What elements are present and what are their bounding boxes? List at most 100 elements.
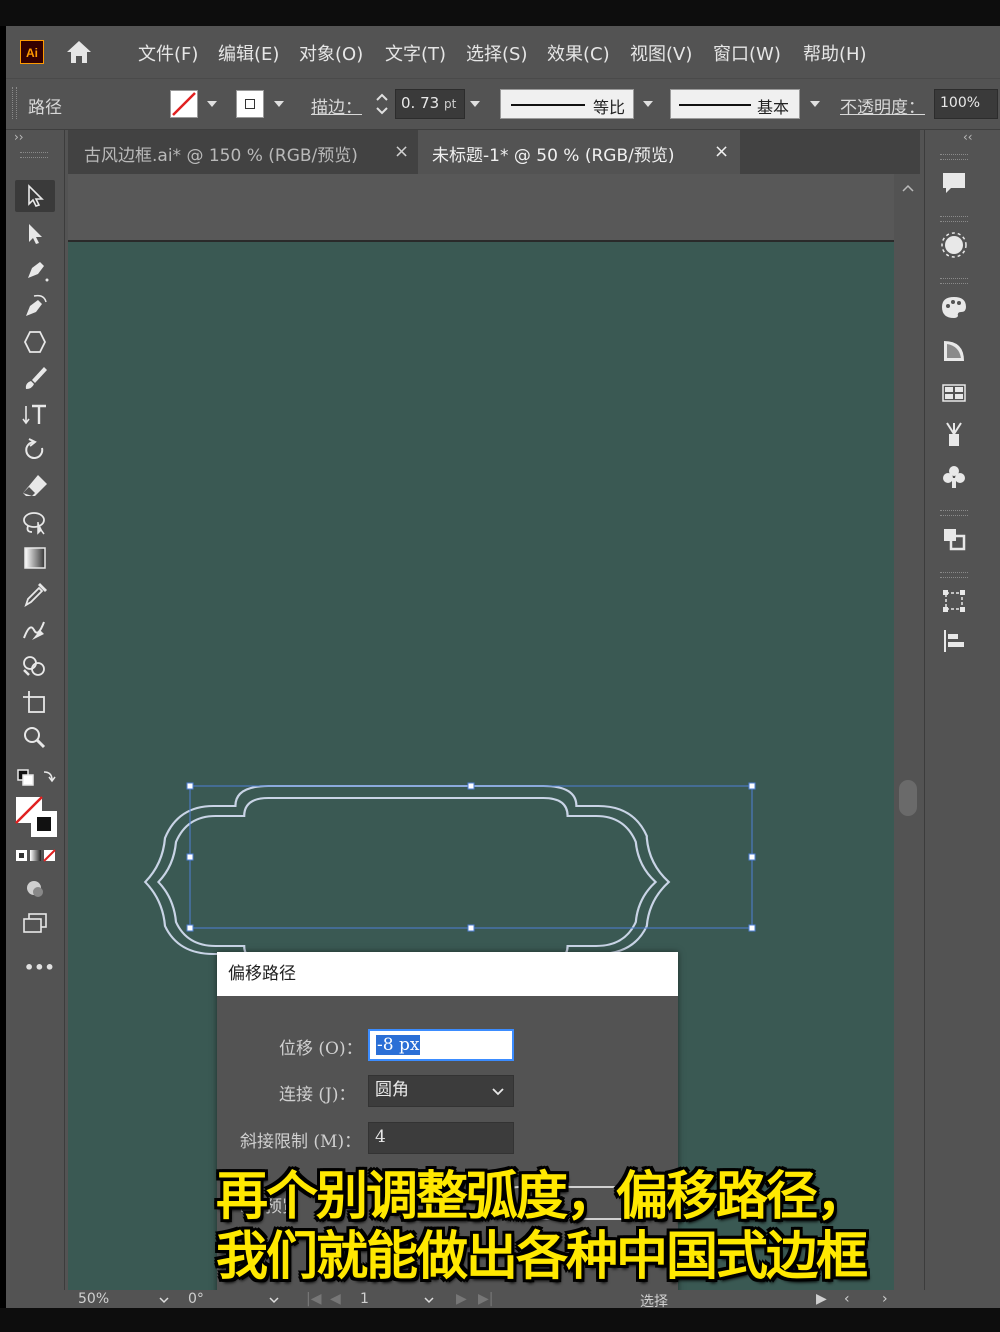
outer-frame-path[interactable]: [143, 785, 671, 973]
fill-swatch[interactable]: [170, 90, 198, 118]
opacity-input[interactable]: 100%: [934, 89, 998, 119]
swap-fill-stroke-icon[interactable]: [16, 766, 56, 788]
comments-icon[interactable]: [939, 168, 969, 198]
menu-help[interactable]: 帮助(H): [803, 40, 867, 66]
scroll-up-icon[interactable]: [896, 178, 920, 198]
variable-width-profile[interactable]: 等比: [500, 89, 634, 119]
tab-label: 未标题-1* @ 50 % (RGB/预览): [432, 146, 675, 166]
menu-file[interactable]: 文件(F): [138, 40, 198, 66]
next-artboard-icon[interactable]: ▶: [456, 1291, 467, 1307]
rotation-value[interactable]: 0°: [188, 1291, 204, 1307]
eyedropper-tool-icon[interactable]: [20, 580, 50, 608]
current-tool-label: 选择: [640, 1294, 668, 1308]
stroke-weight-input[interactable]: 0. 73 pt: [395, 89, 465, 119]
chevron-down-icon[interactable]: [268, 1296, 280, 1304]
panel-grip: [940, 154, 968, 160]
pen-tool-icon[interactable]: [20, 256, 50, 284]
menu-object[interactable]: 对象(O): [299, 40, 363, 66]
inner-frame-path[interactable]: [156, 797, 658, 963]
tab-document-2[interactable]: 未标题-1* @ 50 % (RGB/预览) ×: [418, 130, 740, 174]
draw-mode-icon[interactable]: [20, 874, 50, 902]
toolbar-grip: [20, 152, 48, 158]
artboard-tool-icon[interactable]: [20, 688, 50, 716]
tab-document-1[interactable]: 古风边框.ai* @ 150 % (RGB/预览) ×: [68, 130, 418, 174]
panel-grip: [940, 510, 968, 516]
lasso-tool-icon[interactable]: [20, 508, 50, 536]
zoom-level[interactable]: 50%: [78, 1291, 109, 1307]
color-wheel-icon[interactable]: [939, 230, 969, 260]
pasteboard: [68, 174, 894, 240]
shape-builder-tool-icon[interactable]: [20, 652, 50, 680]
offset-label: 位移 (O)：: [279, 1039, 363, 1059]
menu-select[interactable]: 选择(S): [466, 40, 527, 66]
join-select[interactable]: 圆角: [368, 1075, 514, 1107]
selection-type-label: 路径: [28, 98, 62, 118]
chevron-down-icon[interactable]: [423, 1296, 435, 1304]
tab-label: 古风边框.ai* @ 150 % (RGB/预览): [84, 146, 358, 166]
stroke-weight-dropdown-icon[interactable]: [470, 101, 480, 107]
layers-icon[interactable]: [939, 524, 969, 554]
paintbrush-tool-icon[interactable]: [20, 364, 50, 392]
prev-artboard-icon[interactable]: ◀: [330, 1291, 341, 1307]
rotate-tool-icon[interactable]: [20, 436, 50, 464]
artboard-number[interactable]: 1: [360, 1291, 369, 1307]
menu-bar: Ai 文件(F) 编辑(E) 对象(O) 文字(T) 选择(S) 效果(C) 视…: [6, 26, 1000, 78]
direct-selection-tool-icon[interactable]: [20, 220, 50, 248]
gradient-tool-icon[interactable]: [20, 544, 50, 572]
last-artboard-icon[interactable]: ▶|: [478, 1291, 493, 1307]
curvature-tool-icon[interactable]: [20, 292, 50, 320]
collapse-right-icon[interactable]: ‹‹: [963, 130, 973, 144]
stroke-stepper-icon[interactable]: [372, 89, 392, 119]
close-icon[interactable]: ×: [394, 141, 409, 162]
screen-mode-icon[interactable]: [20, 910, 50, 938]
blend-tool-icon[interactable]: [20, 616, 50, 644]
symbols-icon[interactable]: [939, 462, 969, 492]
panel-grip: [940, 278, 968, 284]
menu-type[interactable]: 文字(T): [385, 40, 446, 66]
scroll-thumb[interactable]: [899, 780, 917, 816]
vertical-scrollbar[interactable]: [896, 174, 920, 1304]
opacity-label[interactable]: 不透明度：: [840, 93, 925, 118]
fill-dropdown-icon[interactable]: [207, 101, 217, 107]
profile-dropdown-icon[interactable]: [643, 101, 653, 107]
stroke-label[interactable]: 描边：: [311, 93, 362, 118]
bottom-letterbox: [0, 1308, 1000, 1332]
scroll-left-icon[interactable]: ‹: [844, 1291, 850, 1307]
brushes-icon[interactable]: [939, 420, 969, 450]
home-icon[interactable]: [64, 38, 94, 66]
stroke-swatch[interactable]: [236, 90, 264, 118]
close-icon[interactable]: ×: [714, 141, 729, 162]
menu-effect[interactable]: 效果(C): [547, 40, 610, 66]
shape-tool-icon[interactable]: [20, 328, 50, 356]
chevron-down-icon[interactable]: [158, 1296, 170, 1304]
first-artboard-icon[interactable]: |◀: [306, 1291, 321, 1307]
offset-value: -8 px: [376, 1035, 421, 1055]
zoom-tool-icon[interactable]: [20, 724, 50, 752]
brush-definition[interactable]: 基本: [670, 89, 800, 119]
align-icon[interactable]: [939, 626, 969, 656]
menu-edit[interactable]: 编辑(E): [218, 40, 279, 66]
selection-bounding-box[interactable]: [189, 785, 753, 929]
selection-handles[interactable]: [186, 782, 756, 932]
transform-icon[interactable]: [939, 586, 969, 616]
selection-tool-icon[interactable]: [15, 180, 55, 212]
scroll-right-icon[interactable]: ›: [882, 1291, 888, 1307]
collapse-left-icon[interactable]: ››: [14, 130, 24, 144]
status-menu-icon[interactable]: ▶: [816, 1291, 827, 1307]
offset-input[interactable]: -8 px: [368, 1029, 514, 1061]
stroke-weight-unit: pt: [443, 97, 457, 111]
swatches-icon[interactable]: [939, 378, 969, 408]
type-tool-icon[interactable]: [20, 400, 50, 428]
gradient-panel-icon[interactable]: [939, 336, 969, 366]
eraser-tool-icon[interactable]: [20, 472, 50, 500]
brush-dropdown-icon[interactable]: [810, 101, 820, 107]
color-palette-icon[interactable]: [939, 292, 969, 322]
stroke-dropdown-icon[interactable]: [274, 101, 284, 107]
fill-stroke-indicator[interactable]: [14, 795, 60, 839]
more-tools-icon[interactable]: •••: [24, 958, 55, 977]
menu-window[interactable]: 窗口(W): [713, 40, 781, 66]
menu-view[interactable]: 视图(V): [630, 40, 692, 66]
color-mode-icons[interactable]: [15, 848, 57, 864]
document-tabs: 古风边框.ai* @ 150 % (RGB/预览) × 未标题-1* @ 50 …: [68, 130, 920, 174]
miter-limit-input[interactable]: 4: [368, 1122, 514, 1154]
